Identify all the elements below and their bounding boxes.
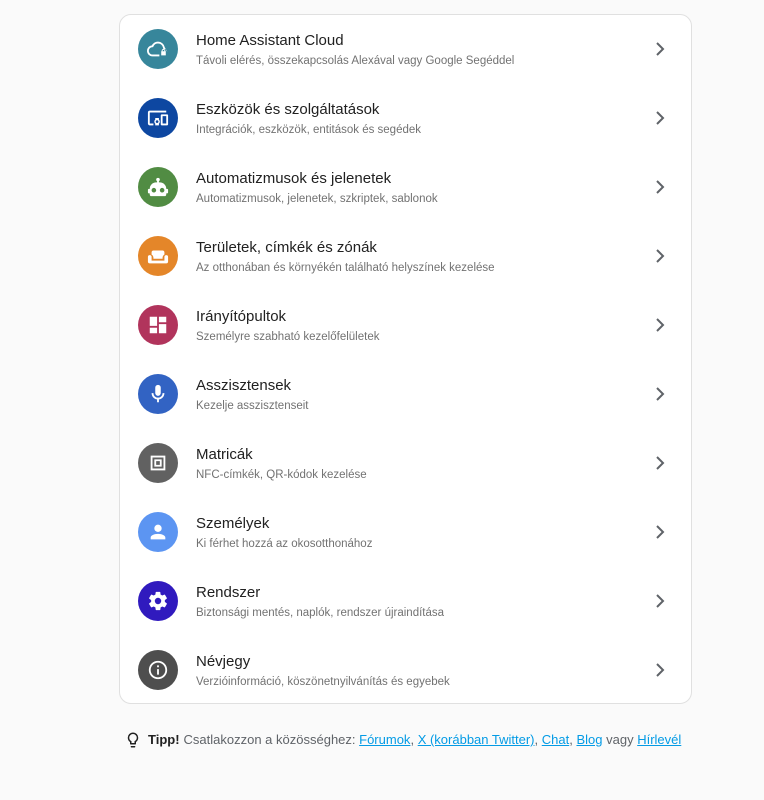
- menu-item-persons[interactable]: Személyek Ki férhet hozzá az okosotthoná…: [120, 498, 691, 567]
- robot-icon: [138, 167, 178, 207]
- chevron-right-icon: [653, 110, 667, 126]
- chevron-right-icon: [653, 386, 667, 402]
- link-blog[interactable]: Blog: [576, 731, 602, 749]
- menu-item-about[interactable]: Névjegy Verzióinformáció, köszönetnyilvá…: [120, 636, 691, 703]
- chevron-right-icon: [653, 317, 667, 333]
- settings-card: Home Assistant Cloud Távoli elérés, össz…: [119, 14, 692, 704]
- menu-item-title: Névjegy: [196, 653, 251, 670]
- chevron-right-icon: [653, 593, 667, 609]
- link-newsletter[interactable]: Hírlevél: [637, 731, 681, 749]
- account-icon: [138, 512, 178, 552]
- menu-item-title: Asszisztensek: [196, 377, 292, 394]
- tip-separator: ,: [410, 732, 415, 747]
- nfc-tag-icon: [138, 443, 178, 483]
- menu-item-subtitle: Automatizmusok, jelenetek, szkriptek, sa…: [196, 193, 438, 205]
- link-x-twitter[interactable]: X (korábban Twitter): [418, 731, 535, 749]
- lightbulb-icon: [127, 732, 139, 748]
- menu-item-system[interactable]: Rendszer Biztonsági mentés, naplók, rend…: [120, 567, 691, 636]
- dashboard-icon: [138, 305, 178, 345]
- devices-icon: [138, 98, 178, 138]
- menu-item-title: Eszközök és szolgáltatások: [196, 101, 380, 118]
- menu-item-subtitle: Személyre szabható kezelőfelületek: [196, 331, 380, 343]
- menu-item-subtitle: NFC-címkék, QR-kódok kezelése: [196, 469, 367, 481]
- menu-item-title: Rendszer: [196, 584, 261, 601]
- menu-item-subtitle: Integrációk, eszközök, entitások és segé…: [196, 124, 422, 136]
- menu-item-title: Automatizmusok és jelenetek: [196, 170, 392, 187]
- menu-item-title: Területek, címkék és zónák: [196, 239, 377, 256]
- chevron-right-icon: [653, 179, 667, 195]
- cog-icon: [138, 581, 178, 621]
- microphone-icon: [138, 374, 178, 414]
- menu-item-title: Személyek: [196, 515, 270, 532]
- community-tip: Tipp! Csatlakozzon a közösséghez: Fórumo…: [124, 730, 681, 750]
- menu-item-devices[interactable]: Eszközök és szolgáltatások Integrációk, …: [120, 84, 691, 153]
- info-icon: [138, 650, 178, 690]
- tip-separator: ,: [534, 732, 539, 747]
- link-chat[interactable]: Chat: [542, 731, 569, 749]
- menu-item-subtitle: Kezelje asszisztenseit: [196, 400, 309, 412]
- menu-item-title: Irányítópultok: [196, 308, 287, 325]
- menu-item-assistants[interactable]: Asszisztensek Kezelje asszisztenseit: [120, 360, 691, 429]
- menu-item-subtitle: Az otthonában és környékén található hel…: [196, 262, 495, 274]
- link-forums[interactable]: Fórumok: [359, 731, 410, 749]
- chevron-right-icon: [653, 524, 667, 540]
- menu-item-title: Home Assistant Cloud: [196, 32, 344, 49]
- menu-item-tags[interactable]: Matricák NFC-címkék, QR-kódok kezelése: [120, 429, 691, 498]
- menu-item-areas[interactable]: Területek, címkék és zónák Az otthonában…: [120, 222, 691, 291]
- tip-separator: ,: [569, 732, 573, 747]
- menu-item-dashboards[interactable]: Irányítópultok Személyre szabható kezelő…: [120, 291, 691, 360]
- cloud-lock-icon: [138, 29, 178, 69]
- menu-item-automations[interactable]: Automatizmusok és jelenetek Automatizmus…: [120, 153, 691, 222]
- chevron-right-icon: [653, 662, 667, 678]
- tip-conjunction: vagy: [606, 732, 634, 747]
- tip-text: Csatlakozzon a közösséghez:: [183, 732, 356, 747]
- sofa-icon: [138, 236, 178, 276]
- menu-item-cloud[interactable]: Home Assistant Cloud Távoli elérés, össz…: [120, 15, 691, 84]
- chevron-right-icon: [653, 41, 667, 57]
- menu-item-subtitle: Verzióinformáció, köszönetnyilvánítás és…: [196, 676, 450, 688]
- tip-label: Tipp!: [148, 732, 180, 747]
- menu-item-title: Matricák: [196, 446, 253, 463]
- chevron-right-icon: [653, 455, 667, 471]
- menu-item-subtitle: Biztonsági mentés, naplók, rendszer újra…: [196, 607, 445, 619]
- menu-item-subtitle: Ki férhet hozzá az okosotthonához: [196, 538, 373, 550]
- menu-item-subtitle: Távoli elérés, összekapcsolás Alexával v…: [196, 55, 515, 67]
- chevron-right-icon: [653, 248, 667, 264]
